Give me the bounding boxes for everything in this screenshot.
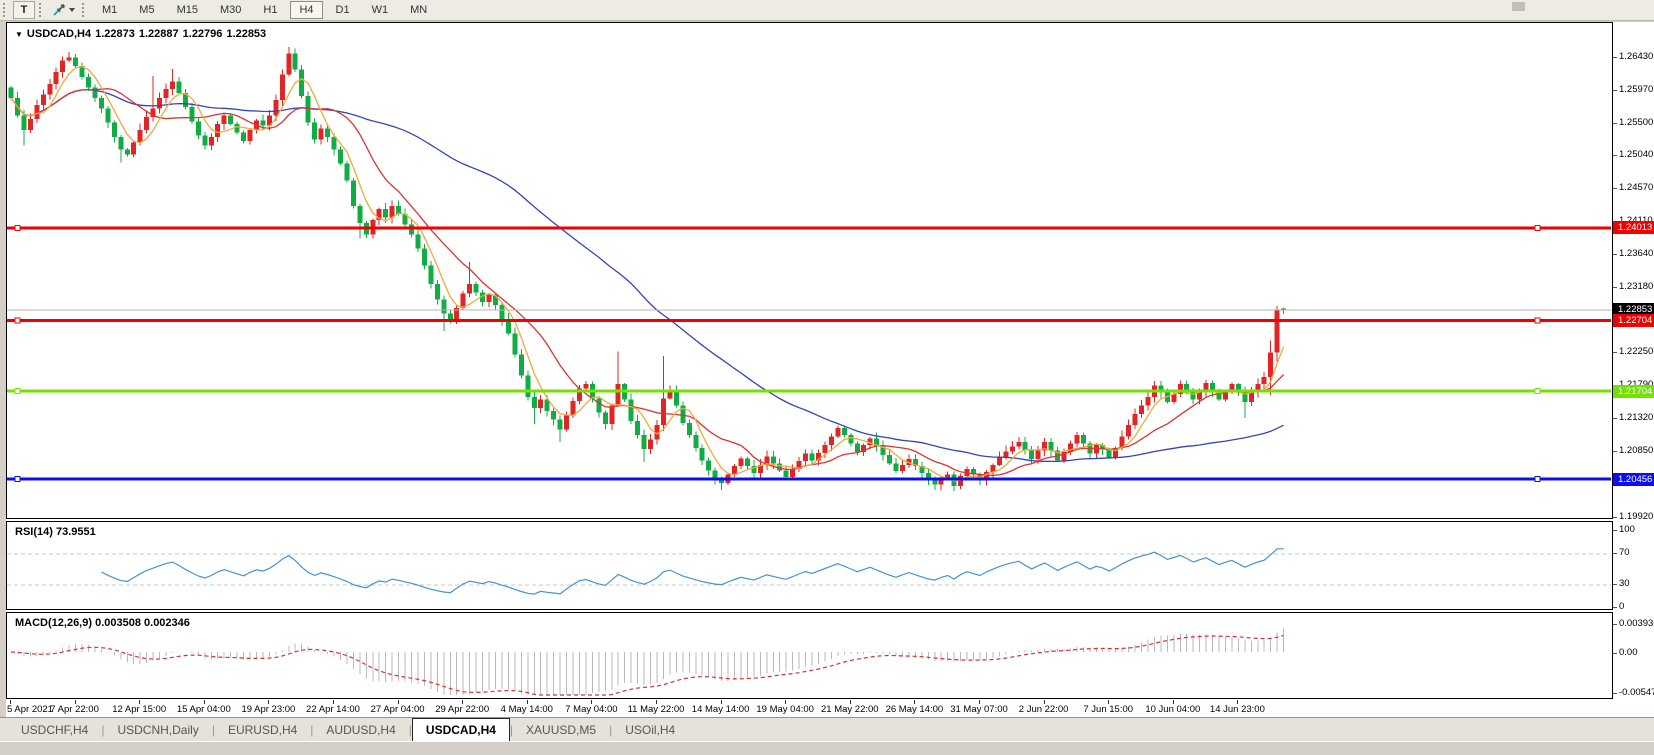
tab-xauusd-m5[interactable]: XAUUSD,M5 — [513, 720, 609, 741]
price-axis-tick: 1.22250 — [1613, 346, 1654, 358]
price-axis-tick: 1.25040 — [1613, 149, 1654, 161]
time-axis-label: 2 Jun 22:00 — [1011, 704, 1077, 715]
time-axis-label: 29 Apr 22:00 — [429, 704, 495, 715]
price-axis-tick: 1.19920 — [1613, 511, 1654, 523]
hline-handle-left — [15, 318, 20, 323]
title-low: 1.22796 — [183, 28, 223, 40]
timeframe-button-m1[interactable]: M1 — [93, 1, 126, 19]
rsi-chart — [7, 522, 1611, 608]
price-axis-tick: 1.25500 — [1613, 117, 1654, 129]
hline-handle-right — [1535, 389, 1540, 394]
macd-axis-tick: 0.003936 — [1613, 618, 1654, 630]
time-axis-label: 26 May 14:00 — [881, 704, 947, 715]
hline-handle-right — [1535, 477, 1540, 482]
time-axis-label: 7 May 04:00 — [558, 704, 624, 715]
tab-audusd-h4[interactable]: AUDUSD,H4 — [313, 720, 408, 741]
timeframe-buttons: M1M5 M15M30H1H4 D1W1MN — [91, 1, 438, 19]
price-axis-tick: 1.21320 — [1613, 412, 1654, 424]
time-axis-label: 14 May 14:00 — [688, 704, 754, 715]
macd-panel[interactable]: MACD(12,26,9) 0.003508 0.002346 — [6, 612, 1613, 699]
hline-price-label: 1.24013 — [1613, 221, 1654, 234]
objects-tool-button[interactable] — [49, 1, 78, 19]
rsi-label: RSI(14) 73.9551 — [15, 526, 96, 538]
rsi-panel[interactable]: RSI(14) 73.9551 — [6, 521, 1613, 610]
time-axis-label: 15 Apr 04:00 — [171, 704, 237, 715]
title-symbol: USDCAD,H4 — [27, 28, 91, 40]
hline-handle-right — [1535, 225, 1540, 230]
timeframe-button-w1[interactable]: W1 — [363, 1, 398, 19]
candlestick-chart[interactable] — [7, 23, 1611, 517]
symbol-tab-bar: USDCHF,H4|USDCNH,Daily|EURUSD,H4|AUDUSD,… — [0, 717, 1654, 741]
text-tool-button[interactable]: T — [13, 1, 35, 19]
price-axis-tick: 1.23640 — [1613, 248, 1654, 260]
price-chart-panel[interactable]: ▼ USDCAD,H4 1.22873 1.22887 1.22796 1.22… — [6, 22, 1613, 519]
price-axis-tick: 1.26430 — [1613, 51, 1654, 63]
title-close: 1.22853 — [226, 28, 266, 40]
hline-price-label: 1.22704 — [1613, 314, 1654, 327]
price-axis-tick: 1.25970 — [1613, 84, 1654, 96]
time-axis-label: 4 May 14:00 — [494, 704, 560, 715]
rsi-axis-tick: 70 — [1613, 547, 1654, 559]
symbol-dropdown-icon[interactable]: ▼ — [15, 30, 23, 39]
title-high: 1.22887 — [139, 28, 179, 40]
price-axis[interactable]: 1.264301.259701.255001.250401.245701.241… — [1613, 22, 1654, 700]
tab-usoil-h4[interactable]: USOil,H4 — [612, 720, 688, 741]
title-open: 1.22873 — [95, 28, 135, 40]
macd-axis-tick: 0.00 — [1613, 647, 1654, 659]
time-axis-label: 14 Jun 23:00 — [1204, 704, 1270, 715]
time-axis-label: 31 May 07:00 — [946, 704, 1012, 715]
status-bar — [0, 741, 1654, 755]
hline-handle-right — [1535, 318, 1540, 323]
toolbar-overflow-marker[interactable] — [1512, 2, 1525, 11]
toolbar-grip[interactable] — [3, 3, 8, 17]
timeframe-button-h1[interactable]: H1 — [254, 1, 286, 19]
hline-handle-left — [15, 389, 20, 394]
timeframe-button-m5[interactable]: M5 — [130, 1, 163, 19]
macd-chart — [7, 613, 1611, 697]
price-axis-tick: 1.24570 — [1613, 182, 1654, 194]
hline-price-label: 1.21704 — [1613, 385, 1654, 398]
timeframe-button-mn[interactable]: MN — [401, 1, 436, 19]
price-axis-tick: 1.23180 — [1613, 281, 1654, 293]
time-axis-label: 7 Apr 22:00 — [42, 704, 108, 715]
time-axis[interactable]: 5 Apr 20217 Apr 22:0012 Apr 15:0015 Apr … — [6, 700, 1654, 717]
time-axis-label: 19 Apr 23:00 — [235, 704, 301, 715]
time-axis-label: 19 May 04:00 — [752, 704, 818, 715]
rsi-axis-tick: 0 — [1613, 601, 1654, 613]
time-axis-label: 21 May 22:00 — [817, 704, 883, 715]
macd-axis-tick: -0.00547 — [1613, 687, 1654, 699]
toolbar-grip[interactable] — [39, 3, 44, 17]
timeframe-button-h4[interactable]: H4 — [290, 1, 322, 19]
hline-handle-left — [15, 225, 20, 230]
tab-usdcad-h4[interactable]: USDCAD,H4 — [412, 718, 510, 741]
time-axis-label: 11 May 22:00 — [623, 704, 689, 715]
tab-eurusd-h4[interactable]: EURUSD,H4 — [215, 720, 310, 741]
time-axis-label: 12 Apr 15:00 — [106, 704, 172, 715]
tab-usdchf-h4[interactable]: USDCHF,H4 — [8, 720, 101, 741]
dropdown-arrow-icon[interactable] — [69, 8, 75, 12]
hline-price-label: 1.20456 — [1613, 473, 1654, 486]
time-axis-label: 7 Jun 15:00 — [1075, 704, 1141, 715]
timeframe-button-m30[interactable]: M30 — [211, 1, 250, 19]
rsi-axis-tick: 100 — [1613, 524, 1654, 536]
rsi-axis-tick: 30 — [1613, 578, 1654, 590]
time-axis-label: 22 Apr 14:00 — [300, 704, 366, 715]
hline-handle-left — [15, 477, 20, 482]
time-axis-label: 27 Apr 04:00 — [365, 704, 431, 715]
price-axis-tick: 1.20850 — [1613, 445, 1654, 457]
time-axis-label: 10 Jun 04:00 — [1140, 704, 1206, 715]
toolbar-grip[interactable] — [82, 3, 87, 17]
timeframe-button-m15[interactable]: M15 — [168, 1, 207, 19]
arrows-icon — [52, 3, 66, 17]
top-toolbar: T M1M5 M15M30H1H4 D1W1MN — [0, 0, 1654, 21]
macd-label: MACD(12,26,9) 0.003508 0.002346 — [15, 617, 190, 629]
chart-title: ▼ USDCAD,H4 1.22873 1.22887 1.22796 1.22… — [15, 28, 270, 40]
timeframe-button-d1[interactable]: D1 — [327, 1, 359, 19]
chart-window: ▼ USDCAD,H4 1.22873 1.22887 1.22796 1.22… — [6, 22, 1654, 717]
tab-usdcnh-daily[interactable]: USDCNH,Daily — [104, 720, 211, 741]
